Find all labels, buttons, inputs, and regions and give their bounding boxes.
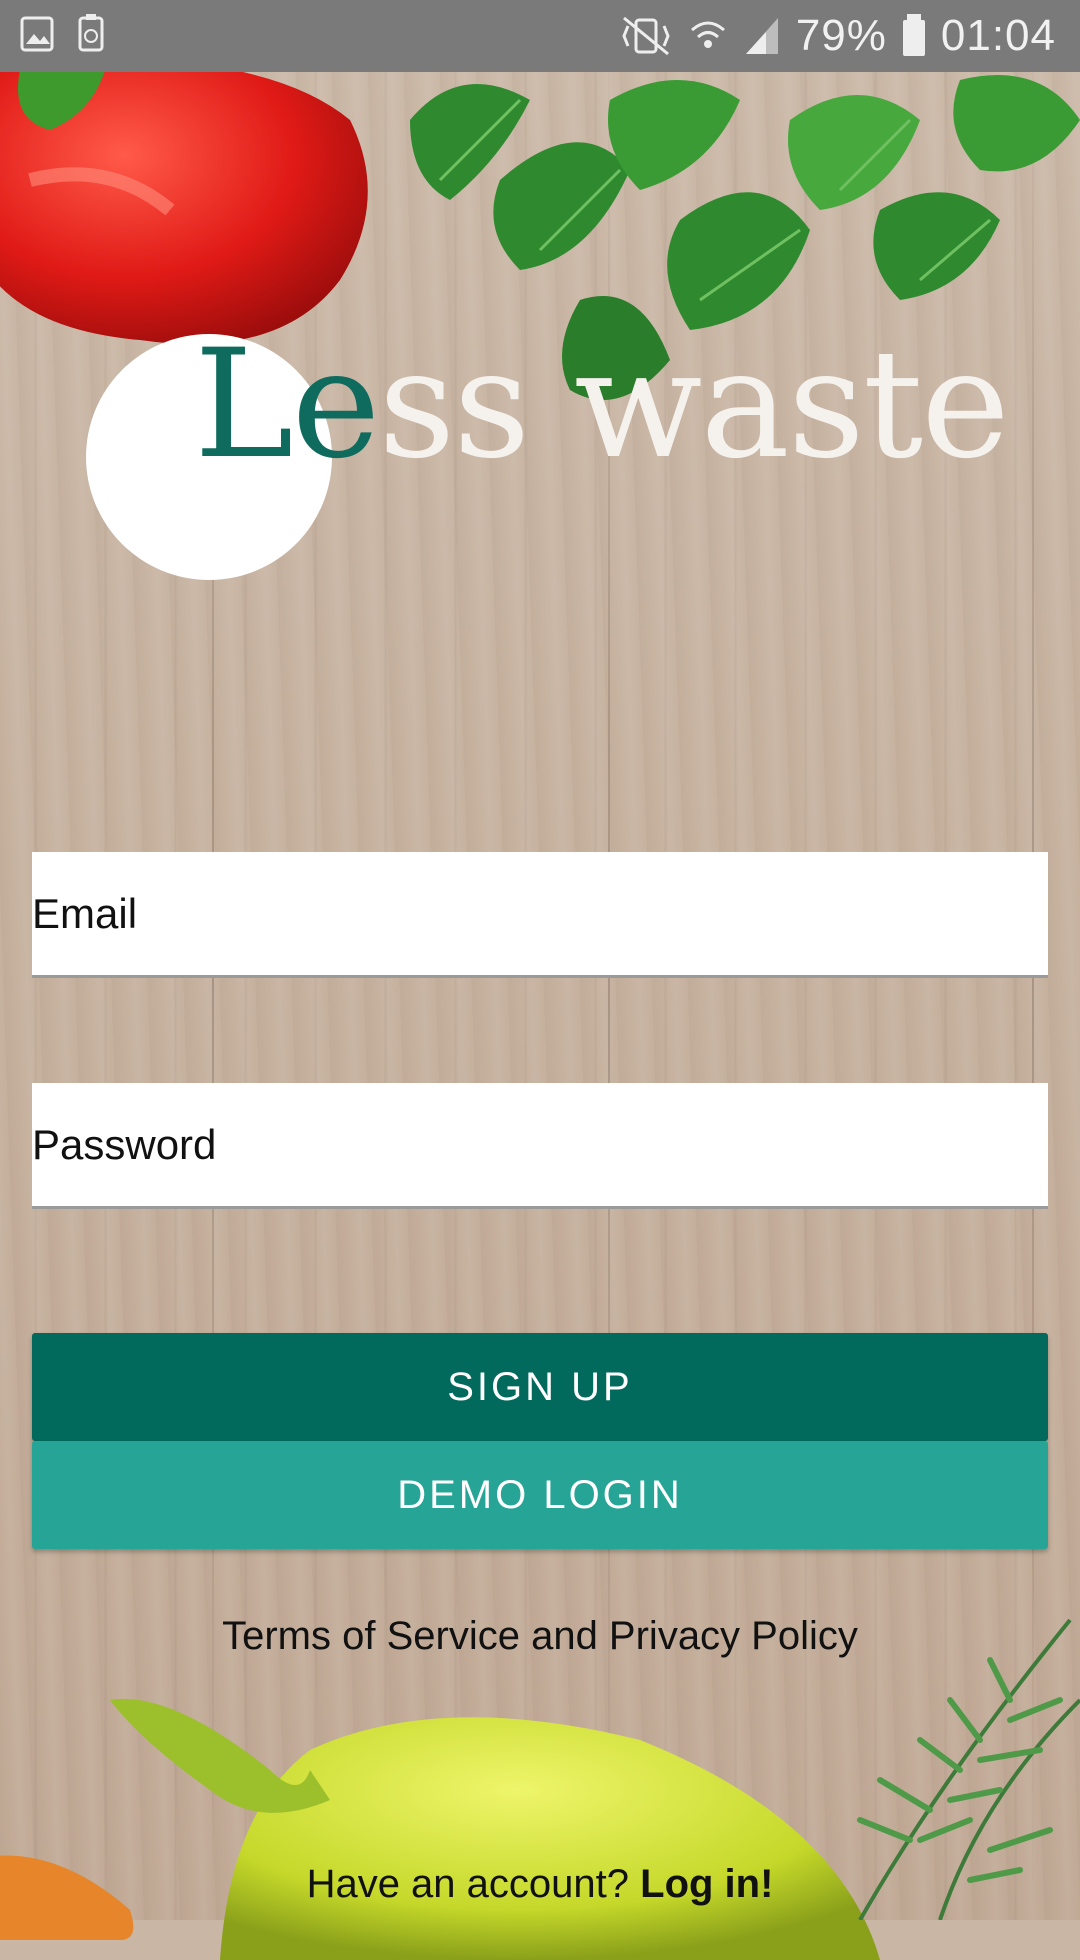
login-link[interactable]: Log in! <box>640 1862 773 1906</box>
password-input[interactable] <box>32 1083 1048 1206</box>
password-field-container <box>32 1083 1048 1209</box>
gallery-icon <box>20 16 54 52</box>
logo-text-white: ss waste <box>378 318 1009 492</box>
battery-icon <box>902 14 925 56</box>
green-pepper-image <box>110 1698 880 1960</box>
logo-text-green: Le <box>194 318 380 492</box>
wifi-icon <box>690 21 725 48</box>
email-input[interactable] <box>32 852 1048 975</box>
recycle-icon <box>78 14 104 52</box>
clock: 01:04 <box>940 11 1056 60</box>
battery-percent: 79% <box>795 11 887 60</box>
sign-up-button[interactable]: SIGN UP <box>32 1333 1048 1441</box>
terms-link[interactable]: Terms of Service and Privacy Policy <box>0 1614 1080 1659</box>
mute-vibrate-icon <box>622 16 670 56</box>
demo-login-button[interactable]: DEMO LOGIN <box>32 1441 1048 1549</box>
email-field-container <box>32 852 1048 978</box>
have-account-row: Have an account? Log in! <box>0 1862 1080 1907</box>
app-logo: Less waste <box>194 330 1010 480</box>
have-account-text: Have an account? <box>306 1862 630 1906</box>
status-bar: 79% 01:04 <box>0 0 1080 72</box>
signal-icon <box>745 18 778 54</box>
